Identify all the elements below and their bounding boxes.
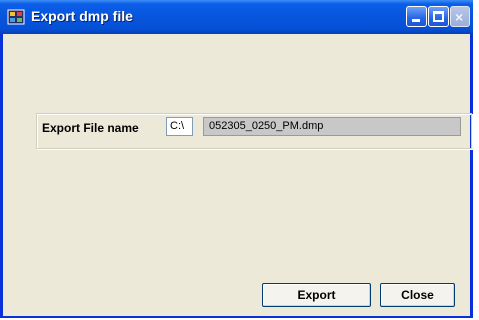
app-icon xyxy=(7,9,25,25)
minimize-icon xyxy=(412,19,420,22)
close-button[interactable]: Close xyxy=(380,283,455,307)
export-button[interactable]: Export xyxy=(262,283,371,307)
maximize-icon xyxy=(433,11,444,22)
drive-field[interactable]: C:\ xyxy=(166,117,193,136)
window-title: Export dmp file xyxy=(31,8,133,24)
title-bar[interactable]: Export dmp file × xyxy=(0,0,473,34)
export-dmp-window: Export dmp file × xyxy=(0,0,473,318)
minimize-button[interactable] xyxy=(406,6,427,27)
maximize-button[interactable] xyxy=(428,6,449,27)
export-file-name-label: Export File name xyxy=(42,121,139,135)
close-icon: × xyxy=(455,9,464,25)
filename-field: 052305_0250_PM.dmp xyxy=(203,117,461,136)
title-close-button[interactable]: × xyxy=(450,6,470,27)
